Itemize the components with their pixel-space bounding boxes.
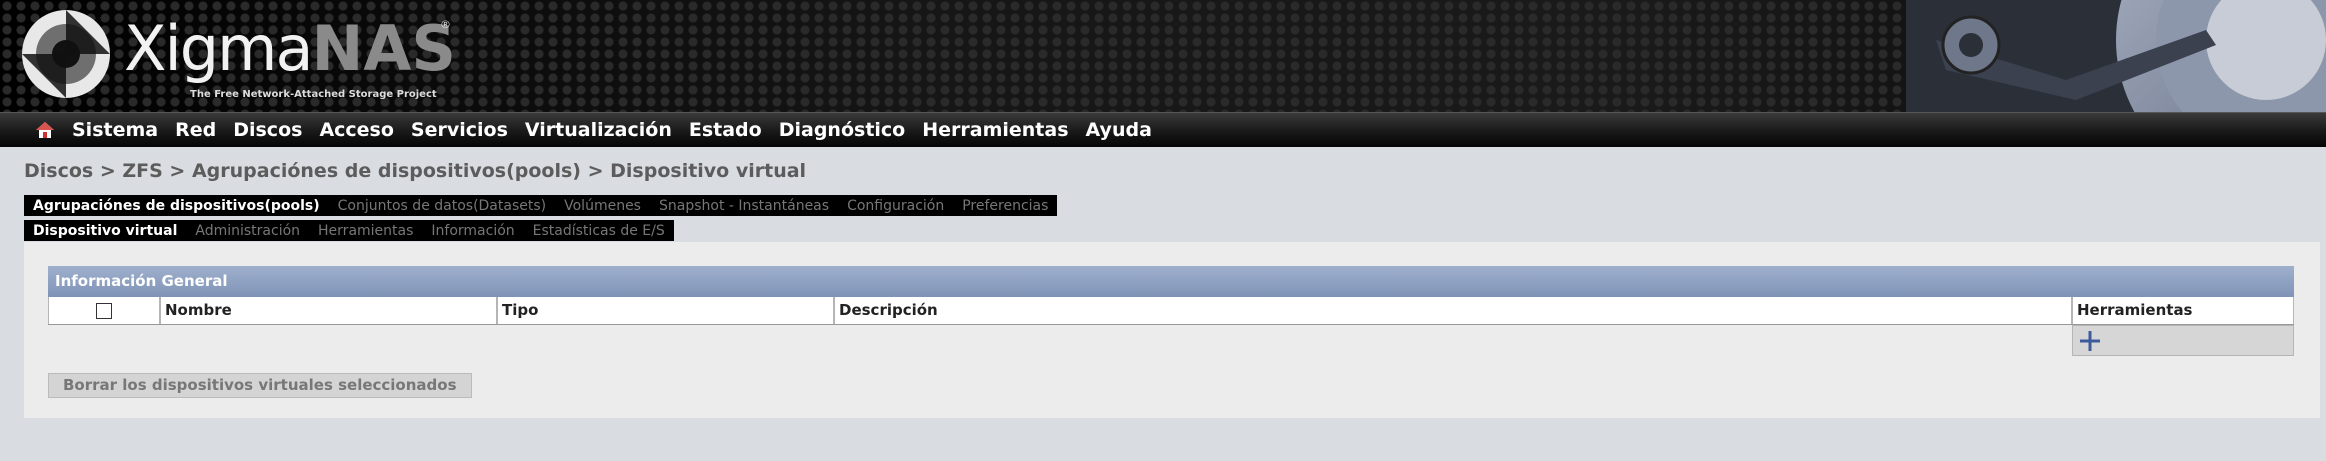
vdev-table: Información General Nombre Tipo Descripc… <box>48 266 2294 356</box>
logo-disc-icon <box>22 10 110 98</box>
hard-disk-art <box>1906 0 2326 112</box>
nav-herramientas[interactable]: Herramientas <box>922 119 1068 141</box>
nav-acceso[interactable]: Acceso <box>319 119 393 141</box>
nav-discos[interactable]: Discos <box>233 119 302 141</box>
column-header-nombre: Nombre <box>160 297 497 324</box>
add-cell <box>2072 325 2294 356</box>
table-title: Información General <box>48 266 2294 297</box>
header: XigmaNAS ® The Free Network-Attached Sto… <box>0 0 2326 112</box>
breadcrumb: Discos > ZFS > Agrupaciónes de dispositi… <box>24 160 807 182</box>
nav-servicios[interactable]: Servicios <box>411 119 508 141</box>
tab-snapshots[interactable]: Snapshot - Instantáneas <box>650 198 838 214</box>
column-header-herramientas: Herramientas <box>2072 297 2294 324</box>
tab-io-stats[interactable]: Estadísticas de E/S <box>524 223 674 239</box>
home-icon[interactable] <box>32 119 58 141</box>
tabs-primary: Agrupaciónes de dispositivos(pools) Conj… <box>24 195 1058 216</box>
tabs-secondary: Dispositivo virtual Administración Herra… <box>24 220 674 241</box>
main-navigation: Sistema Red Discos Acceso Servicios Virt… <box>0 112 2326 147</box>
tab-information[interactable]: Información <box>422 223 523 239</box>
logo-registered-mark: ® <box>440 18 451 31</box>
tab-preferences[interactable]: Preferencias <box>953 198 1057 214</box>
select-all-checkbox[interactable] <box>96 302 112 319</box>
nav-sistema[interactable]: Sistema <box>72 119 158 141</box>
table-footer-row <box>48 325 2294 356</box>
select-all-cell <box>48 297 160 324</box>
tab-virtual-device[interactable]: Dispositivo virtual <box>24 223 186 239</box>
table-header-row: Nombre Tipo Descripción Herramientas <box>48 297 2294 325</box>
tab-datasets[interactable]: Conjuntos de datos(Datasets) <box>329 198 555 214</box>
nav-diagnostico[interactable]: Diagnóstico <box>779 119 906 141</box>
tab-configuration[interactable]: Configuración <box>838 198 953 214</box>
logo-tagline: The Free Network-Attached Storage Projec… <box>190 89 437 100</box>
column-header-descripcion: Descripción <box>834 297 2072 324</box>
logo-text: XigmaNAS <box>124 12 456 85</box>
logo: XigmaNAS ® The Free Network-Attached Sto… <box>18 4 456 104</box>
tab-administration[interactable]: Administración <box>186 223 309 239</box>
tab-tools[interactable]: Herramientas <box>309 223 422 239</box>
column-header-tipo: Tipo <box>497 297 834 324</box>
tab-pools[interactable]: Agrupaciónes de dispositivos(pools) <box>24 198 329 214</box>
delete-selected-button[interactable]: Borrar los dispositivos virtuales selecc… <box>48 373 472 398</box>
nav-estado[interactable]: Estado <box>689 119 762 141</box>
tab-volumes[interactable]: Volúmenes <box>555 198 650 214</box>
plus-icon[interactable] <box>2078 329 2102 357</box>
nav-virtualizacion[interactable]: Virtualización <box>525 119 672 141</box>
nav-red[interactable]: Red <box>175 119 216 141</box>
nav-ayuda[interactable]: Ayuda <box>1086 119 1152 141</box>
content-panel: Información General Nombre Tipo Descripc… <box>24 242 2320 418</box>
